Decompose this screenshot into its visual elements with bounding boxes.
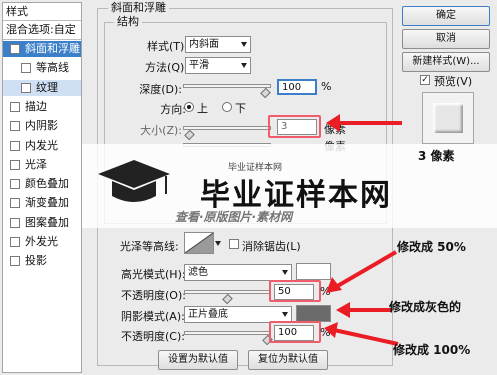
direction-up-radio[interactable] xyxy=(184,102,194,112)
style-select[interactable]: 内斜面 xyxy=(185,36,251,53)
chevron-down-icon xyxy=(241,63,247,68)
highlight-mode-select[interactable]: 滤色 xyxy=(184,264,292,281)
style-item-label: 光泽 xyxy=(25,157,47,171)
style-item-label: 内阴影 xyxy=(25,119,58,133)
ok-button[interactable]: 确定 xyxy=(402,6,490,26)
chevron-down-icon xyxy=(282,312,288,317)
chevron-down-icon xyxy=(282,270,288,275)
shadow-mode-label: 阴影模式(A): xyxy=(121,310,185,323)
highlight-opacity-input[interactable]: 50 xyxy=(274,284,314,300)
style-item-label: 等高线 xyxy=(36,61,69,75)
style-label: 样式(T): xyxy=(146,40,188,53)
depth-input[interactable]: 100 xyxy=(277,79,317,95)
contour-curve-icon xyxy=(184,232,214,254)
style-item-checkbox[interactable] xyxy=(10,179,20,190)
style-item-8[interactable]: 渐变叠加 xyxy=(3,195,81,211)
shadow-opacity-label: 不透明度(C): xyxy=(121,330,185,343)
arrow-size-icon xyxy=(326,114,402,132)
method-select[interactable]: 平滑 xyxy=(185,57,251,74)
style-item-5[interactable]: 内发光 xyxy=(3,138,81,154)
highlight-mode-label: 高光模式(H): xyxy=(121,268,186,281)
preview-checkbox[interactable]: ✓ xyxy=(420,75,430,85)
style-item-label: 斜面和浮雕 xyxy=(25,42,80,55)
antialias-checkbox[interactable] xyxy=(229,239,239,249)
style-item-6[interactable]: 光泽 xyxy=(3,157,81,173)
chevron-down-icon xyxy=(241,42,247,47)
style-item-11[interactable]: 投影 xyxy=(3,253,81,269)
watermark-small-line: 查看·原版图片·素材网 xyxy=(175,210,293,224)
gloss-contour-swatch[interactable] xyxy=(184,232,214,254)
style-item-9[interactable]: 图案叠加 xyxy=(3,215,81,231)
arrow-shadow-color-icon xyxy=(336,302,392,318)
style-item-label: 颜色叠加 xyxy=(25,177,69,191)
arrow-highlight-opacity-icon xyxy=(326,250,398,293)
style-item-3[interactable]: 描边 xyxy=(3,99,81,115)
style-item-checkbox[interactable] xyxy=(21,82,31,93)
style-item-2[interactable]: 纹理 xyxy=(3,79,81,96)
size-label: 大小(Z): xyxy=(140,124,182,137)
gloss-contour-label: 光泽等高线: xyxy=(120,240,179,253)
style-item-checkbox[interactable]: ✓ xyxy=(10,44,20,54)
new-style-button[interactable]: 新建样式(W)... xyxy=(402,52,490,72)
make-default-button[interactable]: 设置为默认值 xyxy=(158,350,238,370)
bevel-emboss-title: 斜面和浮雕 xyxy=(108,1,169,14)
style-item-label: 内发光 xyxy=(25,138,58,152)
style-item-label: 投影 xyxy=(25,254,47,268)
style-item-label: 外发光 xyxy=(25,235,58,248)
direction-up-label: 上 xyxy=(197,102,208,115)
style-item-7[interactable]: 颜色叠加 xyxy=(3,176,81,192)
arrow-shadow-opacity-icon xyxy=(324,322,399,346)
structure-title: 结构 xyxy=(114,15,142,28)
direction-down-radio[interactable] xyxy=(222,102,232,112)
style-item-checkbox[interactable] xyxy=(10,140,20,151)
size-slider[interactable] xyxy=(183,126,271,130)
opacity-100-annotation: 修改成 100% xyxy=(393,343,471,357)
antialias-label: 消除锯齿(L) xyxy=(242,240,301,253)
style-item-checkbox[interactable] xyxy=(10,101,20,112)
style-item-4[interactable]: 内阴影 xyxy=(3,118,81,134)
style-item-checkbox[interactable] xyxy=(10,198,20,209)
styles-header: 样式 xyxy=(6,5,28,18)
shadow-opacity-slider[interactable] xyxy=(184,331,270,335)
styles-list-panel: 样式 混合选项:自定 ✓ 斜面和浮雕等高线纹理描边内阴影内发光光泽颜色叠加渐变叠加… xyxy=(2,2,82,373)
style-item-checkbox[interactable] xyxy=(10,256,20,267)
style-item-label: 图案叠加 xyxy=(25,215,69,229)
style-item-label: 渐变叠加 xyxy=(25,196,69,210)
direction-down-label: 下 xyxy=(235,102,246,115)
highlight-opacity-label: 不透明度(O): xyxy=(121,289,186,302)
style-item-checkbox[interactable] xyxy=(10,217,20,228)
opacity-50-annotation: 修改成 50% xyxy=(397,240,466,254)
style-item-label: 纹理 xyxy=(36,80,58,94)
depth-slider[interactable] xyxy=(183,84,271,88)
style-item-label: 描边 xyxy=(25,99,47,113)
shadow-opacity-input[interactable]: 100 xyxy=(274,325,314,341)
style-preview-swatch xyxy=(422,92,474,144)
cancel-button[interactable]: 取消 xyxy=(402,29,490,49)
size-input[interactable]: 3 xyxy=(277,119,317,135)
depth-unit: % xyxy=(321,80,332,93)
style-item-checkbox[interactable] xyxy=(21,63,31,74)
style-item-checkbox[interactable] xyxy=(10,159,20,170)
style-item-1[interactable]: 等高线 xyxy=(3,60,81,76)
method-label: 方法(Q): xyxy=(145,61,188,74)
gloss-dropdown-arrow[interactable] xyxy=(215,241,221,246)
gray-color-annotation: 修改成灰色的 xyxy=(389,300,462,314)
style-item-10[interactable]: 外发光 xyxy=(3,234,81,250)
graduation-cap-icon xyxy=(98,160,170,202)
blend-options-item[interactable]: 混合选项:自定 xyxy=(6,22,76,38)
reset-default-button[interactable]: 复位为默认值 xyxy=(248,350,328,370)
preview-label: 预览(V) xyxy=(434,75,473,88)
style-item-0[interactable]: ✓ 斜面和浮雕 xyxy=(3,41,81,57)
style-item-checkbox[interactable] xyxy=(10,121,20,132)
style-item-checkbox[interactable] xyxy=(10,237,20,247)
depth-label: 深度(D): xyxy=(139,83,182,96)
direction-label: 方向: xyxy=(160,103,186,116)
size-annotation: 3 像素 xyxy=(418,149,455,163)
